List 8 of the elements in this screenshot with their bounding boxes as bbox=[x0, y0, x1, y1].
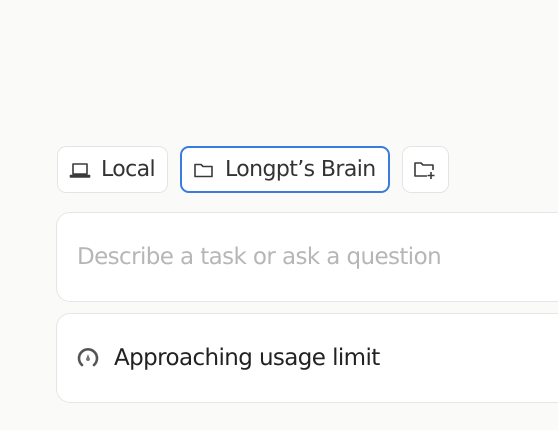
location-chip[interactable]: Local bbox=[57, 146, 168, 193]
folder-plus-icon bbox=[413, 160, 438, 180]
task-input-field[interactable]: Describe a task or ask a question bbox=[56, 212, 558, 302]
folder-icon bbox=[193, 160, 216, 178]
usage-notice-text: Approaching usage limit bbox=[114, 345, 380, 371]
add-folder-button[interactable] bbox=[402, 146, 449, 193]
laptop-icon bbox=[69, 160, 91, 178]
location-chip[interactable]: Longpt’s Brain bbox=[180, 146, 390, 193]
